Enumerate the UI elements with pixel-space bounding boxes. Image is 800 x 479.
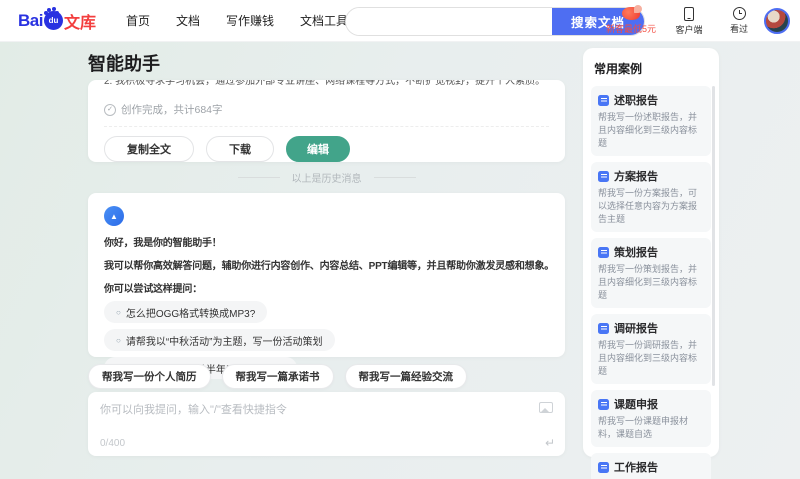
assistant-avatar-icon: ▲ xyxy=(104,206,124,226)
generation-status: ✓ 创作完成，共计684字 xyxy=(104,102,549,117)
case-research-report[interactable]: 调研报告 帮我写一份调研报告，并且内容细化到三级内容标题 xyxy=(591,314,711,384)
assistant-greeting-card: ▲ 你好，我是你的智能助手！ 我可以帮你高效解答问题，辅助你进行内容创作、内容总… xyxy=(88,193,565,379)
case-head: 课题申报 xyxy=(598,396,704,412)
case-desc: 帮我写一份方案报告，可以选择任意内容为方案报告主题 xyxy=(598,188,698,224)
greeting-line-2: 我可以帮你高效解答问题，辅助你进行内容创作、内容总结、PPT编辑等，并且帮助你激… xyxy=(104,261,555,272)
greeting-line-3: 你可以尝试这样提问： xyxy=(104,284,202,295)
suggestion-midautumn-plan[interactable]: ○ 请帮我以“中秋活动”为主题，写一份活动策划 xyxy=(104,329,335,351)
chip-resume[interactable]: 帮我写一份个人简历 xyxy=(88,364,211,389)
case-desc: 帮我写一份策划报告，并且内容细化到三级内容标题 xyxy=(598,264,698,300)
clock-icon xyxy=(732,7,746,20)
case-debriefing-report[interactable]: 述职报告 帮我写一份述职报告，并且内容细化到三级内容标题 xyxy=(591,86,711,156)
nav-item-write-earn[interactable]: 写作赚钱 xyxy=(226,12,274,29)
download-button[interactable]: 下载 xyxy=(206,136,274,162)
nav-utilities: 新客最低5元 客户端 看过 xyxy=(606,0,756,42)
common-cases-title: 常用案例 xyxy=(594,62,643,76)
copy-full-text-button[interactable]: 复制全文 xyxy=(104,136,194,162)
case-head: 述职报告 xyxy=(598,92,704,108)
logo-bai-text: Bai xyxy=(18,10,43,30)
case-work-report[interactable]: 工作报告 帮我写一份工作报告，工作类型随机 xyxy=(591,453,711,479)
greeting-line-1: 你好，我是你的智能助手！ xyxy=(104,238,222,249)
case-head: 方案报告 xyxy=(598,168,704,184)
document-icon xyxy=(598,461,609,473)
case-desc: 帮我写一份调研报告，并且内容细化到三级内容标题 xyxy=(598,340,698,376)
case-proposal-report[interactable]: 方案报告 帮我写一份方案报告，可以选择任意内容为方案报告主题 xyxy=(591,162,711,232)
client-label: 客户端 xyxy=(675,24,703,35)
baidu-paw-icon: du xyxy=(43,8,63,30)
history-message-card: 2. 我积极寻求学习机会，通过参加外部专业讲座、网络课程等方式，不断扩宽视野，提… xyxy=(88,80,565,162)
document-icon xyxy=(598,94,609,106)
case-head: 策划报告 xyxy=(598,244,704,260)
logo-wenku-text: 文库 xyxy=(63,14,96,32)
case-title: 方案报告 xyxy=(614,171,658,183)
enter-send-icon[interactable]: ↵ xyxy=(545,436,555,450)
promo-mascot-icon xyxy=(621,5,642,20)
case-list: 述职报告 帮我写一份述职报告，并且内容细化到三级内容标题 方案报告 帮我写一份方… xyxy=(591,86,715,479)
client-entry[interactable]: 客户端 xyxy=(672,6,706,36)
check-circle-icon: ✓ xyxy=(104,103,116,116)
chip-commitment-letter[interactable]: 帮我写一篇承诺书 xyxy=(221,364,334,389)
suggestion-label: 怎么把OGG格式转换成MP3? xyxy=(125,308,256,320)
chip-experience-exchange[interactable]: 帮我写一篇经验交流 xyxy=(344,364,467,389)
document-icon xyxy=(598,246,609,258)
quick-prompt-chips: 帮我写一份个人简历 帮我写一篇承诺书 帮我写一篇经验交流 xyxy=(88,364,467,389)
clipped-message-text: 2. 我积极寻求学习机会，通过参加外部专业讲座、网络课程等方式，不断扩宽视野，提… xyxy=(104,80,546,87)
document-icon xyxy=(598,398,609,410)
nav-item-docs[interactable]: 文档 xyxy=(176,12,200,29)
case-title: 述职报告 xyxy=(614,95,658,107)
case-title: 调研报告 xyxy=(614,323,658,335)
bullet-icon: ○ xyxy=(116,335,121,345)
status-text: 创作完成，共计684字 xyxy=(121,104,223,116)
history-actions: 复制全文 下载 编辑 xyxy=(104,126,549,162)
bullet-icon: ○ xyxy=(116,307,121,317)
nav-item-doc-tools[interactable]: 文档工具 xyxy=(300,12,348,29)
viewed-entry[interactable]: 看过 xyxy=(722,7,756,35)
case-project-application[interactable]: 课题申报 帮我写一份课题申报材料，课题自选 xyxy=(591,390,711,447)
common-cases-panel: 常用案例 述职报告 帮我写一份述职报告，并且内容细化到三级内容标题 方案报告 帮… xyxy=(583,48,719,479)
case-desc: 帮我写一份课题申报材料，课题自选 xyxy=(598,416,689,439)
clipped-message-row: 2. 我积极寻求学习机会，通过参加外部专业讲座、网络课程等方式，不断扩宽视野，提… xyxy=(104,80,549,89)
case-desc: 帮我写一份述职报告，并且内容细化到三级内容标题 xyxy=(598,112,698,148)
suggestion-label: 请帮我以“中秋活动”为主题，写一份活动策划 xyxy=(125,336,323,348)
history-divider-label: 以上是历史消息 xyxy=(291,174,362,185)
case-head: 工作报告 xyxy=(598,459,704,475)
case-title: 工作报告 xyxy=(614,462,658,474)
promo-entry[interactable]: 新客最低5元 xyxy=(605,5,656,35)
nav-item-home[interactable]: 首页 xyxy=(126,12,150,29)
char-counter: 0/400 xyxy=(100,437,126,449)
attach-image-icon[interactable] xyxy=(539,402,553,413)
edit-button[interactable]: 编辑 xyxy=(286,136,350,162)
case-head: 调研报告 xyxy=(598,320,704,336)
composer-footer: 0/400 ↵ xyxy=(100,436,555,450)
user-avatar[interactable] xyxy=(764,8,790,34)
search-bar: 搜索文档 xyxy=(345,7,645,36)
case-title: 课题申报 xyxy=(614,399,658,411)
case-list-scrollbar[interactable] xyxy=(712,86,715,386)
case-planning-report[interactable]: 策划报告 帮我写一份策划报告，并且内容细化到三级内容标题 xyxy=(591,238,711,308)
baidu-wenku-logo[interactable]: Bai du 文库 xyxy=(18,8,96,33)
document-icon xyxy=(598,322,609,334)
history-divider: 以上是历史消息 xyxy=(88,170,565,185)
message-composer: 0/400 ↵ xyxy=(88,392,565,456)
case-title: 策划报告 xyxy=(614,247,658,259)
promo-label: 新客最低5元 xyxy=(605,24,656,34)
suggestion-ogg-to-mp3[interactable]: ○ 怎么把OGG格式转换成MP3? xyxy=(104,301,268,323)
phone-icon xyxy=(684,6,694,21)
search-input[interactable] xyxy=(346,8,552,35)
viewed-label: 看过 xyxy=(729,24,748,34)
document-icon xyxy=(598,170,609,182)
page-title: 智能助手 xyxy=(88,54,160,74)
top-nav: Bai du 文库 首页 文档 写作赚钱 文档工具 更多 搜索文档 新客最低5元… xyxy=(0,0,800,42)
wenku-assistant-page: Bai du 文库 首页 文档 写作赚钱 文档工具 更多 搜索文档 新客最低5元… xyxy=(0,0,800,479)
message-input[interactable] xyxy=(100,401,530,427)
